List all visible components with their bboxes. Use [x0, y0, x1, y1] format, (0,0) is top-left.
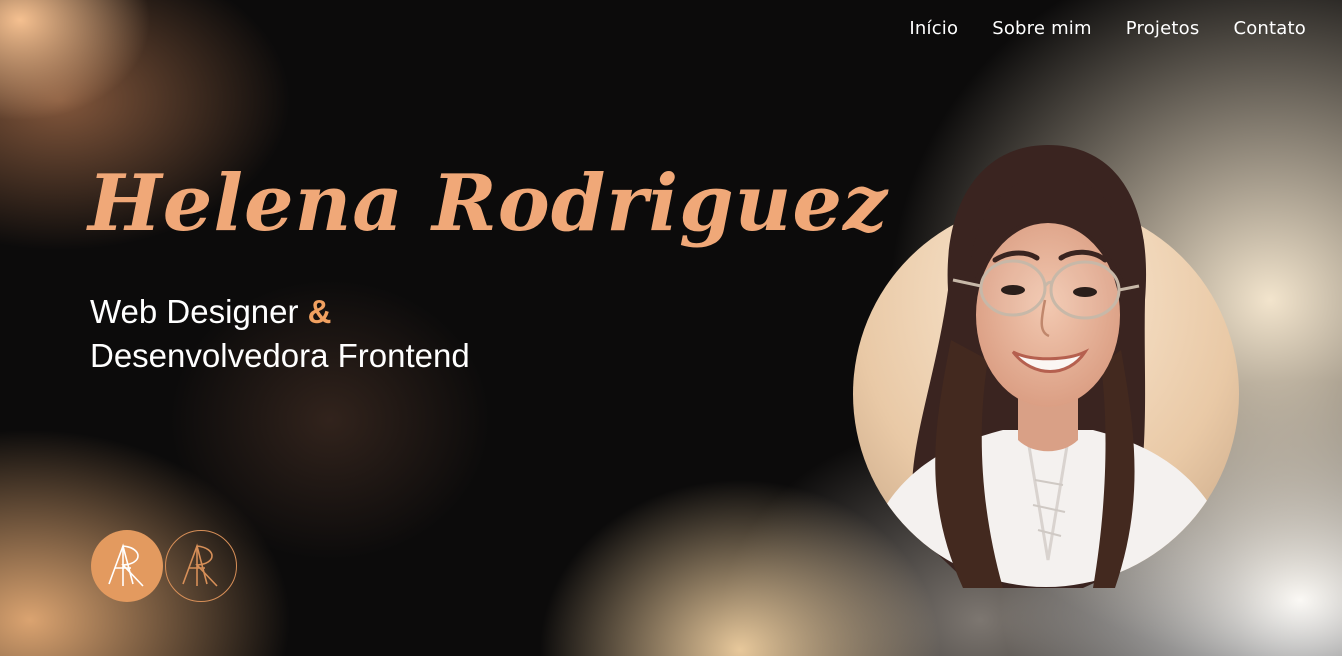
profile-photo	[853, 140, 1239, 588]
ar-monogram-filled-icon[interactable]	[91, 530, 163, 602]
subtitle-line-1: Web Designer &	[90, 290, 470, 334]
portrait-illustration	[853, 145, 1239, 588]
subtitle-line-2: Desenvolvedora Frontend	[90, 337, 470, 374]
ampersand: &	[307, 293, 332, 330]
hero-subtitle: Web Designer & Desenvolvedora Frontend	[90, 290, 470, 378]
nav-item-projetos[interactable]: Projetos	[1126, 18, 1200, 39]
logo-group	[91, 530, 237, 602]
nav-item-contato[interactable]: Contato	[1233, 18, 1306, 39]
nav-item-sobre-mim[interactable]: Sobre mim	[992, 18, 1092, 39]
subtitle-role-1: Web Designer	[90, 293, 308, 330]
hero-name: Helena Rodriguez	[88, 158, 889, 249]
nav-item-inicio[interactable]: Início	[909, 18, 958, 39]
ar-monogram-outline-icon[interactable]	[165, 530, 237, 602]
main-nav: Início Sobre mim Projetos Contato	[909, 18, 1306, 39]
